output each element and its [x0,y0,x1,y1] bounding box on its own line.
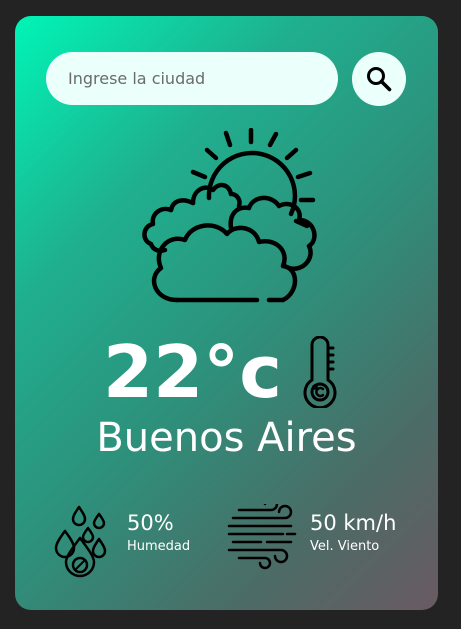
humidity-detail: 50% Humedad [51,504,221,584]
search-input[interactable] [46,52,338,105]
search-button[interactable] [352,52,406,106]
wind-speed-value: 50 km/h [310,511,397,535]
city-name: Buenos Aires [96,415,357,461]
temperature-row: 22°c [15,336,438,416]
weather-card: 22°c Buenos Aires [15,16,438,610]
wind-speed-label: Vel. Viento [310,539,380,554]
temperature-value: 22°c [103,330,282,414]
search-icon [367,67,392,92]
wind-detail: 50 km/h Vel. Viento [225,504,425,584]
wind-icon [227,504,297,570]
humidity-label: Humedad [127,539,191,554]
humidity-value: 50% [127,511,174,535]
partly-cloudy-icon [142,128,317,303]
humidity-icon [54,505,107,578]
thermometer-icon [303,336,337,408]
